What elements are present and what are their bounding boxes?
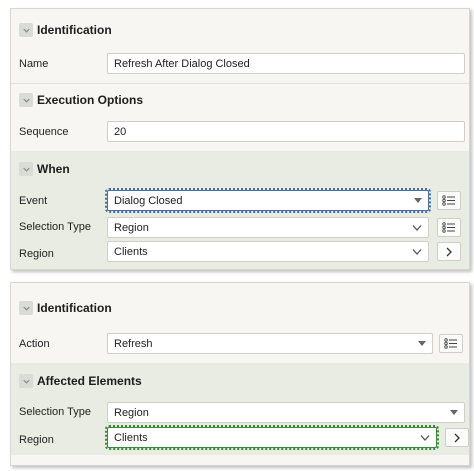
selection-type-value: Region <box>114 221 149 234</box>
list-icon <box>442 222 455 233</box>
list-icon <box>442 195 455 206</box>
sequence-field[interactable]: 20 <box>107 121 465 142</box>
name-value: Refresh After Dialog Closed <box>114 57 250 70</box>
when-section-header[interactable]: When <box>11 151 469 187</box>
caret-down-icon <box>450 409 458 416</box>
collapse-chevron-icon[interactable] <box>19 93 33 107</box>
chevron-right-icon <box>454 433 460 442</box>
action-properties-panel: Identification Action Refresh Affected E… <box>10 282 470 466</box>
sequence-row: Sequence 20 <box>11 119 469 145</box>
event-select[interactable]: Dialog Closed <box>105 188 431 213</box>
chevron-down-icon <box>420 434 430 442</box>
name-label: Name <box>19 58 49 70</box>
sequence-label: Sequence <box>19 126 69 138</box>
execution-options-section-header[interactable]: Execution Options <box>11 83 469 117</box>
action-label: Action <box>19 338 50 350</box>
section-title: Affected Elements <box>37 374 142 388</box>
region-row: Region Clients <box>11 239 469 269</box>
caret-down-icon <box>418 340 426 347</box>
region-value: Clients <box>114 431 148 444</box>
identification-section-header[interactable]: Identification <box>11 13 469 47</box>
region-select[interactable]: Clients <box>107 241 429 262</box>
action-select[interactable]: Refresh <box>107 333 433 354</box>
collapse-chevron-icon[interactable] <box>19 301 33 315</box>
selection-type-row: Selection Type Region <box>11 215 469 239</box>
selection-type-label: Selection Type <box>19 221 91 233</box>
collapse-chevron-icon[interactable] <box>19 374 33 388</box>
selection-type-select[interactable]: Region <box>107 217 429 238</box>
selection-type-list-button[interactable] <box>437 218 461 237</box>
region-next-button[interactable] <box>437 242 461 261</box>
action-value: Refresh <box>114 337 153 350</box>
event-label: Event <box>19 195 48 207</box>
sequence-value: 20 <box>114 125 127 138</box>
collapse-chevron-icon[interactable] <box>19 162 33 176</box>
identification-section-header[interactable]: Identification <box>11 291 469 325</box>
selection-type-value: Region <box>114 406 149 419</box>
chevron-down-icon <box>412 224 422 232</box>
affected-elements-section-header[interactable]: Affected Elements <box>11 363 469 399</box>
section-title: When <box>37 162 70 176</box>
affected-region-select[interactable]: Clients <box>105 425 439 450</box>
caret-down-icon <box>414 197 422 204</box>
event-row: Event Dialog Closed <box>11 187 469 215</box>
affected-region-next-button[interactable] <box>445 428 469 447</box>
chevron-down-icon <box>412 248 422 256</box>
region-label: Region <box>19 434 54 446</box>
list-icon <box>444 338 457 349</box>
name-row: Name Refresh After Dialog Closed <box>11 51 469 77</box>
section-title: Execution Options <box>37 93 144 107</box>
action-list-button[interactable] <box>439 334 463 353</box>
region-value: Clients <box>114 245 148 258</box>
affected-selection-type-select[interactable]: Region <box>107 402 465 423</box>
affected-region-row: Region Clients <box>11 425 469 455</box>
region-label: Region <box>19 248 54 260</box>
collapse-chevron-icon[interactable] <box>19 23 33 37</box>
event-value: Dialog Closed <box>114 194 183 207</box>
section-title: Identification <box>37 301 112 315</box>
action-row: Action Refresh <box>11 331 469 357</box>
section-title: Identification <box>37 23 112 37</box>
chevron-right-icon <box>446 247 452 256</box>
selection-type-label: Selection Type <box>19 406 91 418</box>
name-field[interactable]: Refresh After Dialog Closed <box>107 53 465 74</box>
event-list-button[interactable] <box>437 191 461 210</box>
affected-selection-type-row: Selection Type Region <box>11 399 469 425</box>
dynamic-action-properties-panel: Identification Name Refresh After Dialog… <box>10 8 470 270</box>
